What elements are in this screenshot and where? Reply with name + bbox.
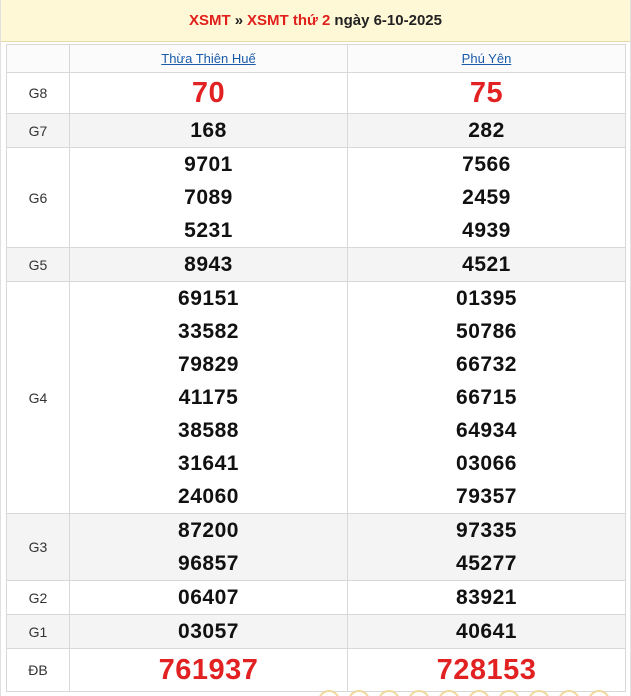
dot	[348, 690, 370, 696]
prize-number: 03066	[456, 452, 517, 475]
prize-row-đb: ĐB 761937 728153	[6, 648, 626, 692]
prize-cell-a: 87200 96857	[69, 513, 348, 581]
prize-cell-b: 728153	[347, 648, 626, 692]
dot	[498, 690, 520, 696]
prize-number: 4939	[462, 219, 511, 242]
prize-number: 728153	[436, 654, 537, 686]
prize-cell-b: 97335 45277	[347, 513, 626, 581]
prize-number: 70	[191, 77, 226, 109]
prize-number: 8943	[184, 253, 233, 276]
prize-cell-b: 75	[347, 72, 626, 114]
prize-row-g6: G6 9701 7089 5231 7566 2459 4939	[6, 147, 626, 248]
province-link-thua-thien-hue[interactable]: Thừa Thiên Huế	[161, 51, 255, 66]
prize-cell-b: 83921	[347, 580, 626, 615]
prize-number: 83921	[456, 586, 517, 609]
prize-number: 41175	[178, 386, 239, 409]
prize-row-g4: G4 69151 33582 79829 41175 38588 31641 24060 013…	[6, 281, 626, 514]
prize-row-g2: G2 06407 83921	[6, 580, 626, 615]
prize-row-g5: G5 8943 4521	[6, 247, 626, 282]
prize-number: 79357	[456, 485, 517, 508]
prize-row-g3: G3 87200 96857 97335 45277	[6, 513, 626, 581]
prize-row-g7: G7 168 282	[6, 113, 626, 148]
prize-number: 75	[469, 77, 504, 109]
prize-number: 168	[190, 119, 227, 142]
prize-number: 66715	[456, 386, 517, 409]
prize-number: 9701	[184, 153, 233, 176]
prize-cell-a: 8943	[69, 247, 348, 282]
prize-number: 45277	[456, 552, 517, 575]
prize-number: 64934	[456, 419, 517, 442]
prize-number: 282	[468, 119, 505, 142]
prize-number: 03057	[178, 620, 239, 643]
prize-number: 87200	[178, 519, 239, 542]
prize-number: 33582	[178, 320, 239, 343]
prize-number: 7089	[184, 186, 233, 209]
prize-number: 06407	[178, 586, 239, 609]
prize-label: G1	[6, 614, 70, 649]
prize-row-g8: G8 70 75	[6, 72, 626, 114]
prize-label: G7	[6, 113, 70, 148]
prize-cell-a: 69151 33582 79829 41175 38588 31641 24060	[69, 281, 348, 514]
prize-number: 66732	[456, 353, 517, 376]
prize-number: 69151	[178, 287, 239, 310]
dot	[408, 690, 430, 696]
results-table: Thừa Thiên Huế Phú Yên G8 70 75 G7 168 282 G6 9…	[6, 44, 626, 692]
prize-number: 761937	[158, 654, 259, 686]
prize-number: 4521	[462, 253, 511, 276]
prize-number: 38588	[178, 419, 239, 442]
prize-cell-a: 761937	[69, 648, 348, 692]
prize-label-header	[6, 44, 70, 73]
dot	[468, 690, 490, 696]
prize-label: G8	[6, 72, 70, 114]
prize-label: G2	[6, 580, 70, 615]
prize-label: G3	[6, 513, 70, 581]
prize-number: 96857	[178, 552, 239, 575]
prize-label: G6	[6, 147, 70, 248]
dot	[378, 690, 400, 696]
prize-number: 24060	[178, 485, 239, 508]
prize-label: ĐB	[6, 648, 70, 692]
draw-date: ngày 6-10-2025	[334, 12, 442, 29]
dot	[318, 690, 340, 696]
prize-label: G4	[6, 281, 70, 514]
prize-cell-b: 01395 50786 66732 66715 64934 03066 79357	[347, 281, 626, 514]
dot	[558, 690, 580, 696]
prize-number: 01395	[456, 287, 517, 310]
page-header: XSMT » XSMT thứ 2 ngày 6-10-2025	[1, 0, 630, 42]
prize-cell-b: 7566 2459 4939	[347, 147, 626, 248]
xsmt-link[interactable]: XSMT	[189, 12, 231, 29]
breadcrumb-separator: »	[234, 12, 244, 29]
prize-cell-a: 70	[69, 72, 348, 114]
prize-number: 5231	[184, 219, 233, 242]
prize-number: 7566	[462, 153, 511, 176]
prize-cell-a: 168	[69, 113, 348, 148]
prize-row-g1: G1 03057 40641	[6, 614, 626, 649]
province-header-b: Phú Yên	[347, 44, 626, 73]
prize-cell-a: 9701 7089 5231	[69, 147, 348, 248]
prize-label: G5	[6, 247, 70, 282]
prize-number: 31641	[178, 452, 239, 475]
prize-number: 40641	[456, 620, 517, 643]
prize-number: 2459	[462, 186, 511, 209]
dot	[528, 690, 550, 696]
prize-cell-a: 06407	[69, 580, 348, 615]
dot	[588, 690, 610, 696]
province-header-a: Thừa Thiên Huế	[69, 44, 348, 73]
province-header-row: Thừa Thiên Huế Phú Yên	[6, 44, 626, 73]
prize-cell-b: 282	[347, 113, 626, 148]
prize-cell-a: 03057	[69, 614, 348, 649]
dot	[438, 690, 460, 696]
prize-cell-b: 4521	[347, 247, 626, 282]
prize-number: 79829	[178, 353, 239, 376]
province-link-phu-yen[interactable]: Phú Yên	[462, 51, 512, 66]
prize-number: 50786	[456, 320, 517, 343]
prize-cell-b: 40641	[347, 614, 626, 649]
decorative-dots	[318, 690, 618, 696]
xsmt-thu-2-link[interactable]: XSMT thứ 2	[247, 12, 330, 29]
prize-number: 97335	[456, 519, 517, 542]
